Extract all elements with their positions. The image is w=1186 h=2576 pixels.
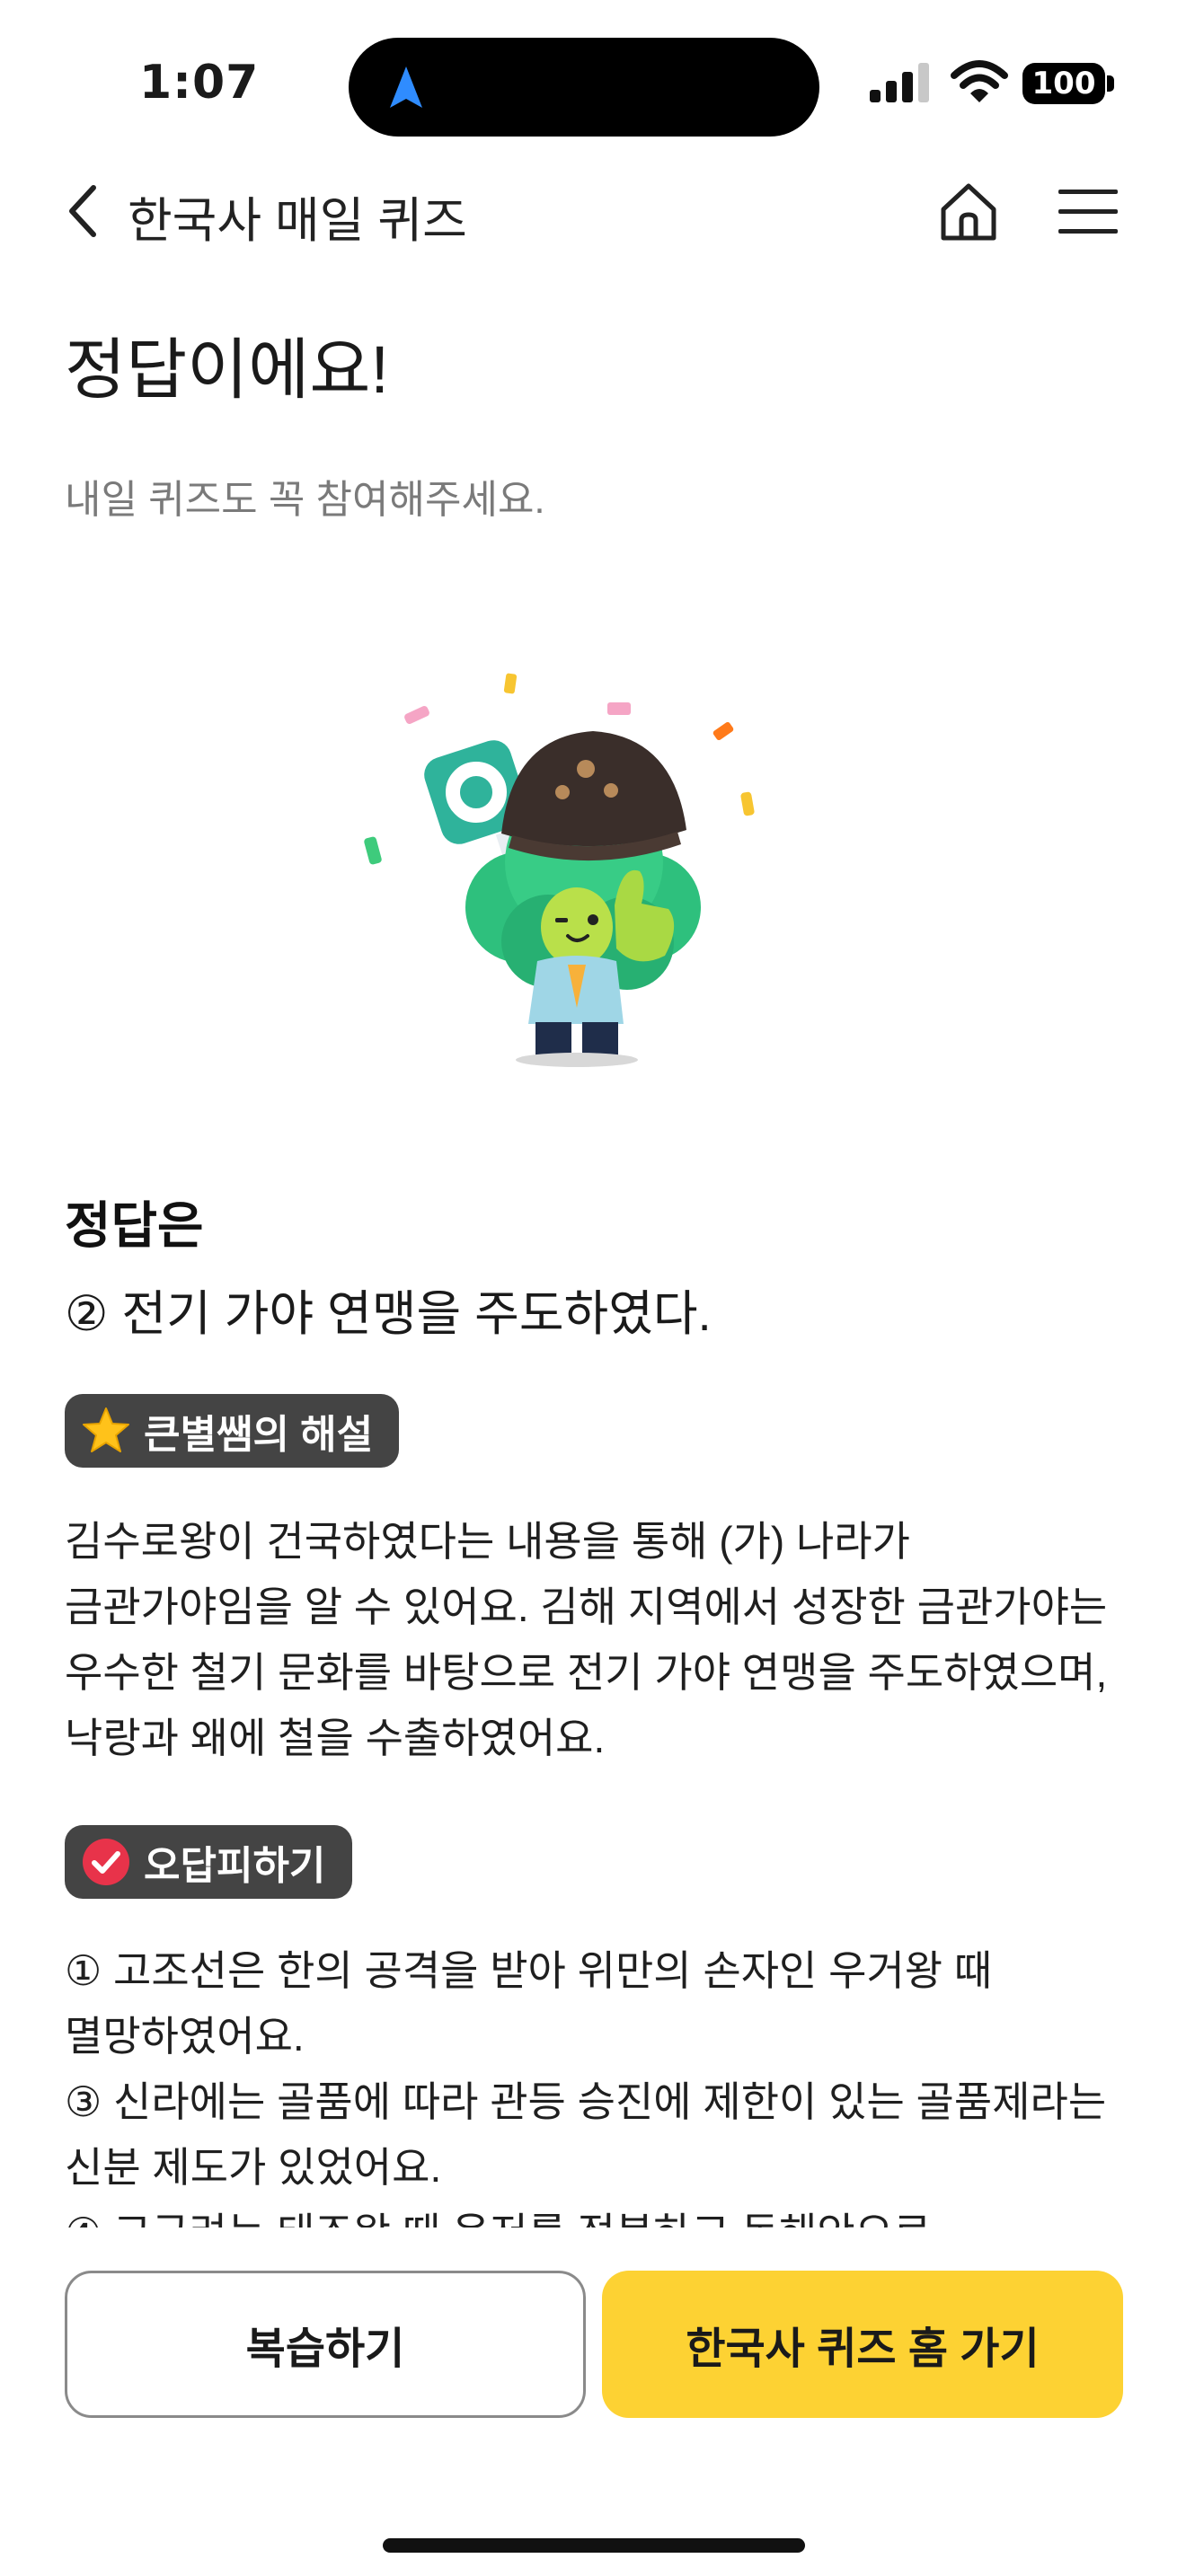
review-button[interactable]: 복습하기	[65, 2271, 586, 2418]
result-subtitle: 내일 퀴즈도 꼭 참여해주세요.	[65, 478, 545, 522]
explanation-text: 김수로왕이 건국하였다는 내용을 통해 (가) 나라가 금관가야임을 알 수 있…	[65, 1509, 1134, 1771]
explanation-line: 금관가야임을 알 수 있어요. 김해 지역에서 성장한 금관가야는	[65, 1584, 1108, 1630]
navigation-arrow-icon	[390, 66, 422, 108]
hamburger-menu-icon[interactable]	[1057, 184, 1120, 238]
status-bar: 1:07 100	[0, 0, 1186, 153]
dynamic-island	[349, 38, 819, 137]
answer-text: ② 전기 가야 연맹을 주도하였다.	[65, 1287, 712, 1341]
explanation-tag: 큰별쌤의 해설	[65, 1394, 399, 1468]
status-time: 1:07	[139, 56, 260, 110]
back-chevron-icon[interactable]	[63, 182, 102, 240]
explanation-line: 낙랑과 왜에 철을 수출하였어요.	[65, 1715, 606, 1761]
explanation-tag-label: 큰별쌤의 해설	[144, 1413, 374, 1457]
star-icon	[83, 1407, 129, 1452]
result-title: 정답이에요!	[65, 332, 389, 407]
avoid-wrong-line: ③ 신라에는 골품에 따라 관등 승진에 제한이 있는 골품제라는	[65, 2078, 1107, 2125]
explanation-line: 우수한 철기 문화를 바탕으로 전기 가야 연맹을 주도하였으며,	[65, 1649, 1108, 1696]
avoid-wrong-line: 신분 제도가 있었어요.	[65, 2144, 442, 2191]
battery-nub	[1107, 75, 1114, 92]
avoid-wrong-tag-label: 오답피하기	[144, 1844, 326, 1888]
battery-indicator: 100	[1022, 63, 1105, 104]
mascot-illustration	[364, 673, 755, 1067]
avoid-wrong-text: ① 고조선은 한의 공격을 받아 위만의 손자인 우거왕 때 멸망하였어요. ③…	[65, 1938, 1134, 2266]
top-nav-bar: 한국사 매일 퀴즈	[0, 166, 1186, 256]
answer-label: 정답은	[65, 1197, 204, 1254]
cellular-signal-icon	[870, 63, 929, 102]
quiz-home-button[interactable]: 한국사 퀴즈 홈 가기	[602, 2271, 1123, 2418]
avoid-wrong-line: ① 고조선은 한의 공격을 받아 위만의 손자인 우거왕 때	[65, 1947, 993, 1994]
avoid-wrong-line: 멸망하였어요.	[65, 2013, 305, 2060]
nav-title: 한국사 매일 퀴즈	[128, 194, 467, 248]
check-circle-icon	[83, 1839, 129, 1885]
avoid-wrong-tag: 오답피하기	[65, 1825, 352, 1899]
home-icon[interactable]	[936, 179, 1001, 243]
explanation-line: 김수로왕이 건국하였다는 내용을 통해 (가) 나라가	[65, 1518, 910, 1565]
home-indicator[interactable]	[383, 2538, 805, 2553]
wifi-icon	[951, 60, 1008, 102]
